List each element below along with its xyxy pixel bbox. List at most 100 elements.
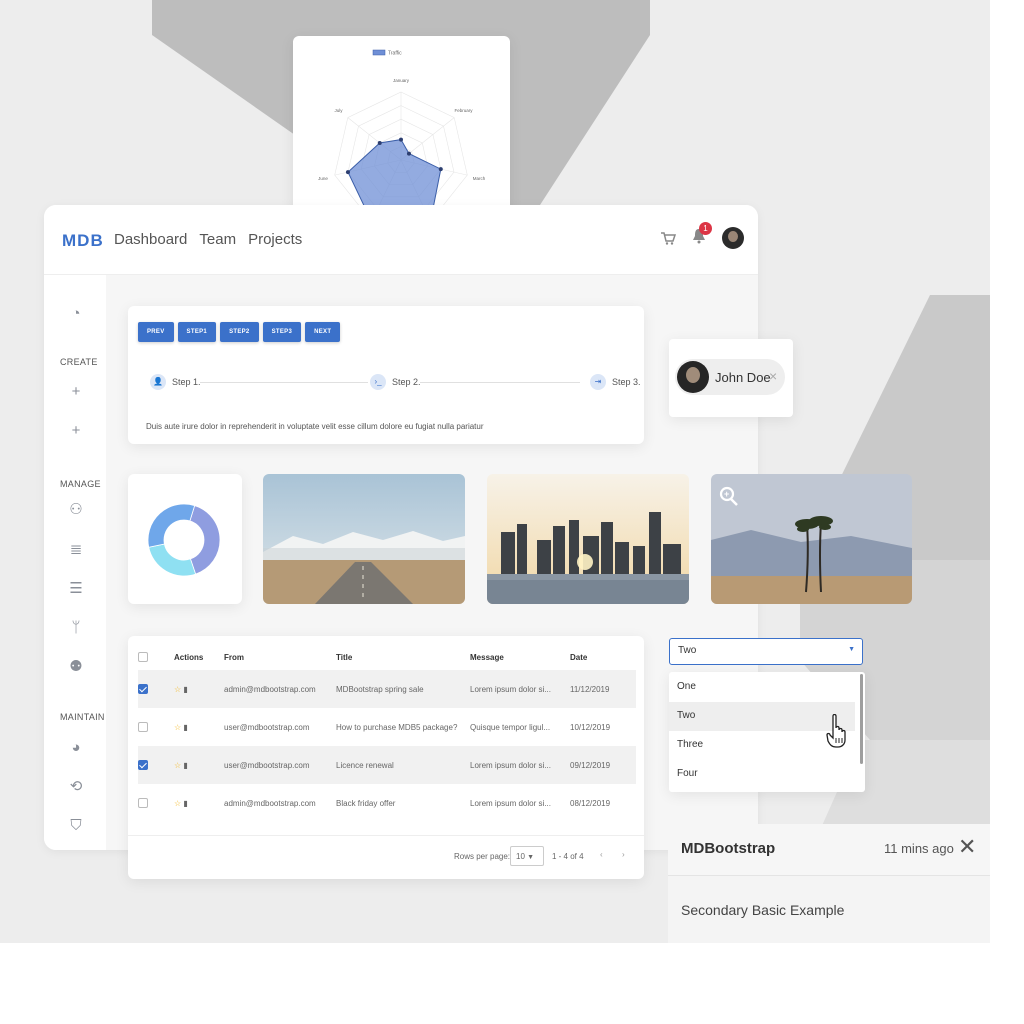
chip-name: John Doe <box>715 370 771 385</box>
trash-icon[interactable]: ▮ <box>183 685 187 694</box>
step-1[interactable]: 👤 Step 1. <box>150 374 201 390</box>
nav-link-dashboard[interactable]: Dashboard <box>114 231 187 248</box>
terminal-icon: ›_ <box>370 374 386 390</box>
next-page-icon[interactable]: › <box>622 850 625 859</box>
column-header-date[interactable]: Date <box>570 644 636 670</box>
sidebar: ◔ CREATE + + MANAGE ⚇ ≣ ☰ ᛘ ⚉ MAINTAIN ◕… <box>44 275 106 850</box>
cell-message: Lorem ipsum dolor si... <box>470 670 570 708</box>
row-checkbox[interactable] <box>138 798 148 808</box>
prev-page-icon[interactable]: ‹ <box>600 850 603 859</box>
database-icon[interactable]: ≣ <box>67 541 85 559</box>
nav-links: Dashboard Team Projects <box>114 231 302 248</box>
cell-from: user@mdbootstrap.com <box>224 722 310 732</box>
cell-title: Licence renewal <box>336 746 470 784</box>
step3-button[interactable]: STEP3 <box>262 322 302 342</box>
radar-data-point[interactable] <box>406 151 411 156</box>
road-photo[interactable] <box>263 474 465 604</box>
legend-label: Traffic <box>388 51 402 57</box>
cell-date: 10/12/2019 <box>570 722 611 732</box>
trash-icon[interactable]: ▮ <box>183 723 187 732</box>
radar-data-point[interactable] <box>399 137 403 142</box>
step-3[interactable]: ⇥ Step 3. <box>590 374 641 390</box>
select-input[interactable]: Two ▼ <box>669 638 863 665</box>
row-checkbox[interactable] <box>138 760 148 770</box>
donut-slice[interactable] <box>147 503 196 548</box>
shield-icon[interactable]: ⛉ <box>67 817 85 835</box>
nav-link-projects[interactable]: Projects <box>248 231 302 248</box>
radar-data-point[interactable] <box>345 170 350 175</box>
column-header-from[interactable]: From <box>224 644 336 670</box>
trash-icon[interactable]: ▮ <box>183 799 187 808</box>
step-2-label: Step 2. <box>392 377 421 387</box>
cell-from: user@mdbootstrap.com <box>224 746 336 784</box>
step1-button[interactable]: STEP1 <box>177 322 217 342</box>
hand-cursor-icon <box>826 714 846 748</box>
table-pagination: Rows per page: 10 ▼ 1 - 4 of 4 ‹ › <box>128 835 644 879</box>
cell-title: Black friday offer <box>336 798 396 808</box>
radar-data-point[interactable] <box>438 167 443 172</box>
cell-from: admin@mdbootstrap.com <box>224 670 336 708</box>
team-icon[interactable]: ⚉ <box>67 658 85 676</box>
refresh-icon[interactable]: ⟲ <box>67 778 85 796</box>
trash-icon[interactable]: ▮ <box>183 761 187 770</box>
toast-body: Secondary Basic Example <box>681 902 845 918</box>
table-row[interactable]: ☆ ▮ user@mdbootstrap.com Licence renewal… <box>138 746 636 784</box>
user-avatar[interactable] <box>722 227 744 249</box>
star-icon[interactable]: ☆ <box>174 761 181 770</box>
dashboard-icon[interactable]: ◔ <box>67 305 85 323</box>
star-icon[interactable]: ☆ <box>174 723 181 732</box>
city-photo[interactable] <box>487 474 689 604</box>
star-icon[interactable]: ☆ <box>174 799 181 808</box>
radar-axis-label: February <box>455 108 474 113</box>
toast-header: MDBootstrap 11 mins ago ✕ <box>668 824 990 876</box>
plus-icon[interactable]: + <box>67 422 85 440</box>
column-header-title[interactable]: Title <box>336 644 470 670</box>
chip-close-icon[interactable]: × <box>769 368 777 384</box>
svg-text:+: + <box>724 489 729 499</box>
row-checkbox[interactable] <box>138 722 148 732</box>
cell-from: admin@mdbootstrap.com <box>224 798 316 808</box>
star-icon[interactable]: ☆ <box>174 685 181 694</box>
chip-avatar <box>677 361 709 393</box>
cell-message: Lorem ipsum dolor si... <box>470 798 551 808</box>
table-row[interactable]: ☆ ▮ admin@mdbootstrap.com Black friday o… <box>138 784 636 822</box>
row-checkbox[interactable] <box>138 684 148 694</box>
brand-logo[interactable]: MDB <box>62 231 104 251</box>
toast-notification: MDBootstrap 11 mins ago ✕ Secondary Basi… <box>668 824 990 943</box>
step-2[interactable]: ›_ Step 2. <box>370 374 421 390</box>
branch-icon[interactable]: ᛘ <box>67 619 85 637</box>
legend-swatch[interactable] <box>372 49 386 56</box>
users-icon[interactable]: ⚇ <box>67 501 85 519</box>
radar-data-point[interactable] <box>377 141 382 146</box>
plus-icon[interactable]: + <box>67 383 85 401</box>
sidebar-section-create: CREATE <box>60 357 98 367</box>
select-option-four[interactable]: Four <box>669 760 855 789</box>
column-header-message[interactable]: Message <box>470 644 570 670</box>
datatable: Actions From Title Message Date ☆ ▮ admi… <box>138 644 636 822</box>
donut-slice[interactable] <box>148 543 197 577</box>
table-row[interactable]: ☆ ▮ admin@mdbootstrap.com MDBootstrap sp… <box>138 670 636 708</box>
prev-button[interactable]: PREV <box>138 322 174 342</box>
navbar-icons: 1 <box>660 221 744 249</box>
pie-icon[interactable]: ◕ <box>67 739 85 757</box>
cart-icon[interactable] <box>660 231 676 245</box>
close-icon[interactable]: ✕ <box>958 834 976 860</box>
select-value: Two <box>678 645 697 656</box>
step-connector <box>200 382 368 383</box>
road-image <box>263 474 465 604</box>
palm-photo[interactable]: + <box>711 474 912 604</box>
nav-link-team[interactable]: Team <box>199 231 236 248</box>
select-option-one[interactable]: One <box>669 673 855 702</box>
table-row[interactable]: ☆ ▮ user@mdbootstrap.com How to purchase… <box>138 708 636 746</box>
rows-per-page-select[interactable]: 10 ▼ <box>510 846 544 866</box>
step2-button[interactable]: STEP2 <box>220 322 259 342</box>
user-chip[interactable]: John Doe × <box>675 359 785 395</box>
select-all-checkbox[interactable] <box>138 652 148 662</box>
sidebar-section-manage: MANAGE <box>60 479 101 489</box>
donut-slice[interactable] <box>189 505 221 575</box>
list-icon[interactable]: ☰ <box>67 580 85 598</box>
next-button[interactable]: NEXT <box>305 322 341 342</box>
notification-bell[interactable]: 1 <box>692 221 712 249</box>
dropdown-scrollbar[interactable] <box>860 674 863 764</box>
column-header-actions[interactable]: Actions <box>174 644 224 670</box>
